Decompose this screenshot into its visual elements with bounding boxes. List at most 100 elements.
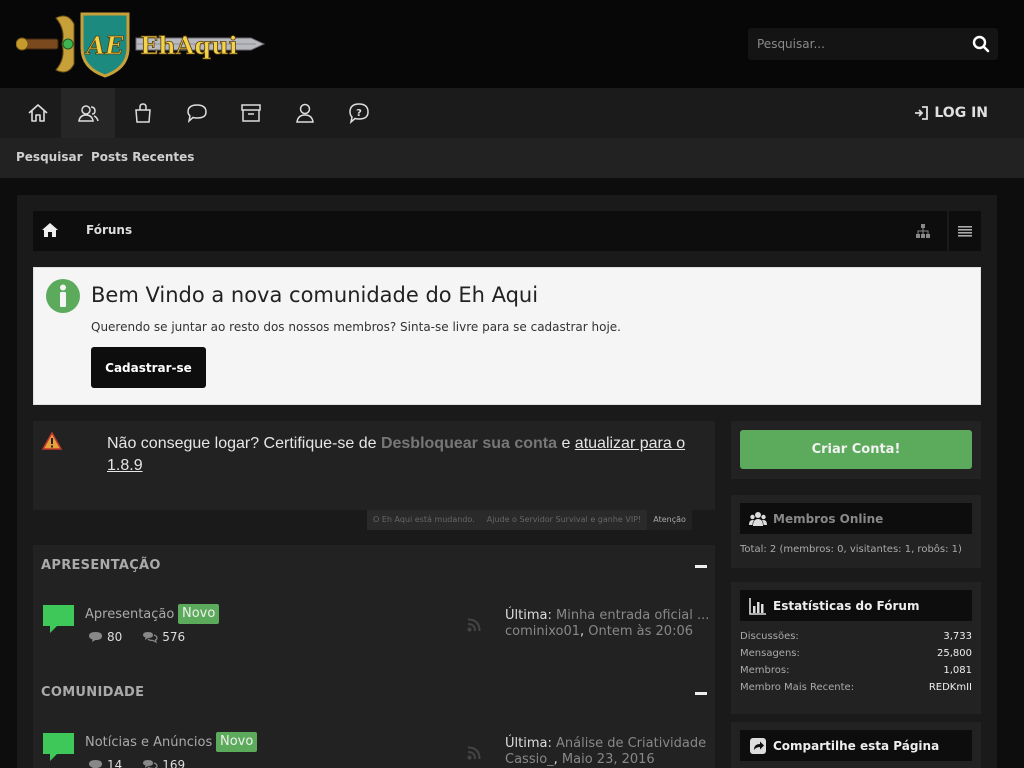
online-total: Total: 2 (membros: 0, visitantes: 1, rob… [740, 544, 972, 555]
login-button[interactable]: LOG IN [914, 88, 988, 138]
nav-tab-members[interactable] [278, 88, 332, 138]
subnav-search-link[interactable]: Pesquisar [16, 150, 82, 164]
help-icon: ? [349, 103, 369, 124]
home-icon[interactable] [41, 222, 59, 238]
last-post-label: Última: [505, 736, 552, 751]
post-count: 576 [162, 630, 186, 644]
search-box [748, 28, 998, 60]
forum-stats: 14 169 [88, 758, 185, 768]
last-post: Última: Análise de Criatividade Cassio_,… [505, 736, 707, 767]
thread-count: 14 [107, 758, 123, 768]
category-title[interactable]: COMUNIDADE [41, 685, 144, 700]
forum-speech-icon [43, 605, 74, 633]
stat-row: Discussões: 3,733 [740, 631, 972, 642]
post-count: 169 [162, 758, 186, 768]
stat-label: Discussões: [740, 631, 799, 642]
rss-icon[interactable] [467, 746, 481, 760]
subnav-recent-posts-link[interactable]: Posts Recentes [91, 150, 194, 164]
notice-text: Não consegue logar? Certifique-se de Des… [107, 433, 707, 477]
nav-tab-help[interactable]: ? [332, 88, 386, 138]
search-icon[interactable] [972, 35, 990, 53]
forum-stats-widget: Estatísticas do Fórum Discussões: 3,733 M… [731, 582, 981, 714]
last-post-label: Última: [505, 608, 552, 623]
notice-tab-3[interactable]: Atenção [647, 510, 692, 530]
widget-header: Membros Online [740, 503, 972, 534]
site-logo[interactable]: AE EhAqui [16, 8, 266, 80]
notice-text-before: Não consegue logar? Certifique-se de [107, 435, 381, 452]
rss-icon[interactable] [467, 618, 481, 632]
share-widget: Compartilhe esta Página [731, 722, 981, 768]
register-button[interactable]: Cadastrar-se [91, 347, 206, 388]
new-badge: Novo [178, 604, 220, 624]
stat-row: Mensagens: 25,800 [740, 648, 972, 659]
stat-label: Membro Mais Recente: [740, 682, 855, 693]
sub-nav: Pesquisar Posts Recentes [0, 138, 1024, 178]
last-post-date: Ontem às 20:06 [588, 624, 693, 639]
users-icon [78, 105, 99, 122]
stat-value: 25,800 [937, 648, 972, 659]
widget-title[interactable]: Membros Online [773, 512, 883, 526]
stat-label: Membros: [740, 665, 790, 676]
create-account-button[interactable]: Criar Conta! [740, 430, 972, 469]
comments-icon [143, 760, 158, 768]
last-post-user[interactable]: cominixo01 [505, 624, 580, 639]
online-total-text: Total: 2 (membros: 0, visitantes: 1, rob… [740, 544, 962, 555]
search-input[interactable] [748, 28, 960, 60]
comment-icon [89, 632, 102, 642]
forum-title[interactable]: Apresentação [85, 607, 174, 622]
breadcrumb-forums[interactable]: Fóruns [86, 223, 132, 237]
nav-tab-forums[interactable] [61, 88, 115, 138]
login-label: LOG IN [934, 105, 988, 121]
stat-label: Mensagens: [740, 648, 800, 659]
stat-value: 3,733 [943, 631, 972, 642]
notice-tab-1[interactable]: O Eh Aqui está mudando. [367, 510, 481, 530]
logo-ae-text: AE [85, 31, 125, 60]
stat-row: Membro Mais Recente: REDKmII [740, 682, 972, 693]
widget-title: Compartilhe esta Página [773, 738, 940, 753]
welcome-text: Querendo se juntar ao resto dos nossos m… [91, 320, 621, 334]
warning-icon [42, 432, 62, 450]
main-nav: ? LOG IN [0, 88, 1024, 138]
widget-title: Estatísticas do Fórum [773, 598, 920, 613]
category-title[interactable]: APRESENTAÇÃO [41, 558, 161, 573]
stat-row: Membros: 1,081 [740, 665, 972, 676]
last-post-user[interactable]: Cassio_ [505, 752, 554, 767]
notice-text-middle: e [557, 435, 575, 452]
sitemap-icon[interactable] [915, 223, 931, 239]
logo-ehaqui-text: EhAqui [140, 31, 238, 60]
hamburger-icon [958, 226, 972, 237]
members-icon [296, 103, 314, 123]
info-icon [46, 279, 80, 313]
shopping-bag-icon [135, 103, 151, 123]
nav-tab-archive[interactable] [224, 88, 278, 138]
widget-header: Estatísticas do Fórum [740, 590, 972, 621]
welcome-title: Bem Vindo a nova comunidade do Eh Aqui [91, 283, 539, 307]
nav-tab-store[interactable] [116, 88, 170, 138]
login-notice: Não consegue logar? Certifique-se de Des… [33, 421, 715, 510]
unlock-account-link[interactable]: Desbloquear sua conta [381, 435, 557, 452]
users-group-icon [749, 511, 767, 526]
welcome-notice: Bem Vindo a nova comunidade do Eh Aqui Q… [33, 267, 981, 405]
nav-tab-home[interactable] [11, 88, 65, 138]
last-post-date: Maio 23, 2016 [561, 752, 655, 767]
menu-button[interactable] [949, 211, 981, 251]
stat-value-newest-member[interactable]: REDKmII [929, 682, 972, 693]
comment-icon [89, 760, 102, 768]
site-header: AE EhAqui [0, 0, 1024, 88]
home-icon [28, 104, 48, 122]
last-post-title[interactable]: Minha entrada oficial ... [556, 608, 709, 623]
share-icon [750, 737, 766, 754]
last-post-title[interactable]: Análise de Criatividade [556, 736, 706, 751]
sign-in-icon [915, 106, 929, 120]
chat-bubble-icon [187, 104, 207, 124]
collapse-icon[interactable] [695, 692, 707, 695]
notice-tab-2[interactable]: Ajude o Servidor Survival e ganhe VIP! [480, 510, 648, 530]
forum-speech-icon [43, 733, 74, 761]
nav-tab-chat[interactable] [170, 88, 224, 138]
new-badge: Novo [216, 732, 258, 752]
collapse-icon[interactable] [695, 565, 707, 568]
widget-header: Compartilhe esta Página [740, 730, 972, 761]
comments-icon [143, 632, 158, 643]
forum-title[interactable]: Notícias e Anúncios [85, 735, 212, 750]
forum-stats: 80 576 [88, 630, 185, 644]
